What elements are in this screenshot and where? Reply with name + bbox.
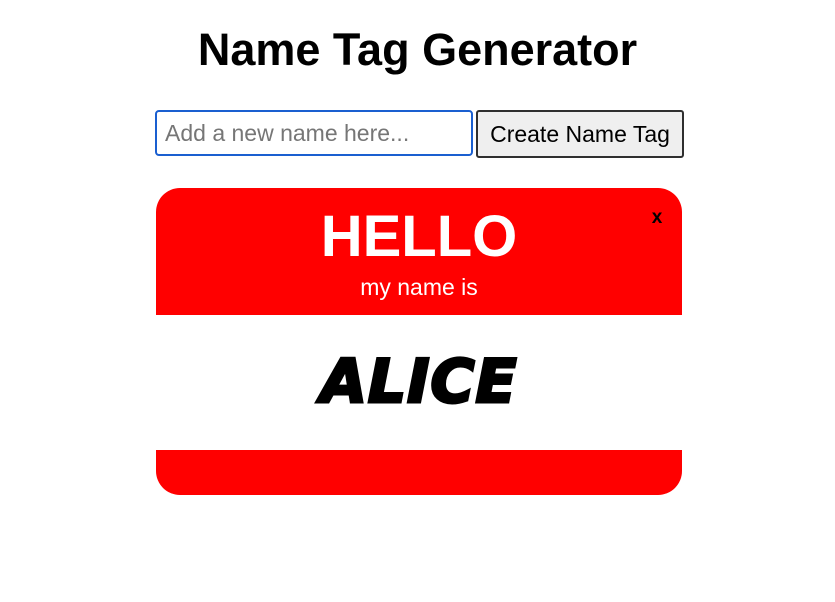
name-tag-subtitle: my name is — [360, 274, 478, 300]
page-title: Name Tag Generator — [197, 24, 638, 75]
name-input[interactable] — [155, 110, 473, 156]
name-tag-greeting: HELLO — [320, 204, 518, 269]
name-tag-name-area: Alice — [156, 315, 682, 450]
name-tag-name: Alice — [319, 346, 518, 419]
name-tag: HELLO my name is x Alice — [156, 188, 682, 495]
remove-name-tag-button[interactable]: x — [646, 206, 668, 230]
app-page: Name Tag Generator Create Name Tag HELLO… — [0, 0, 835, 602]
create-name-tag-button[interactable]: Create Name Tag — [476, 110, 684, 158]
name-tag-form: Create Name Tag — [155, 110, 685, 158]
